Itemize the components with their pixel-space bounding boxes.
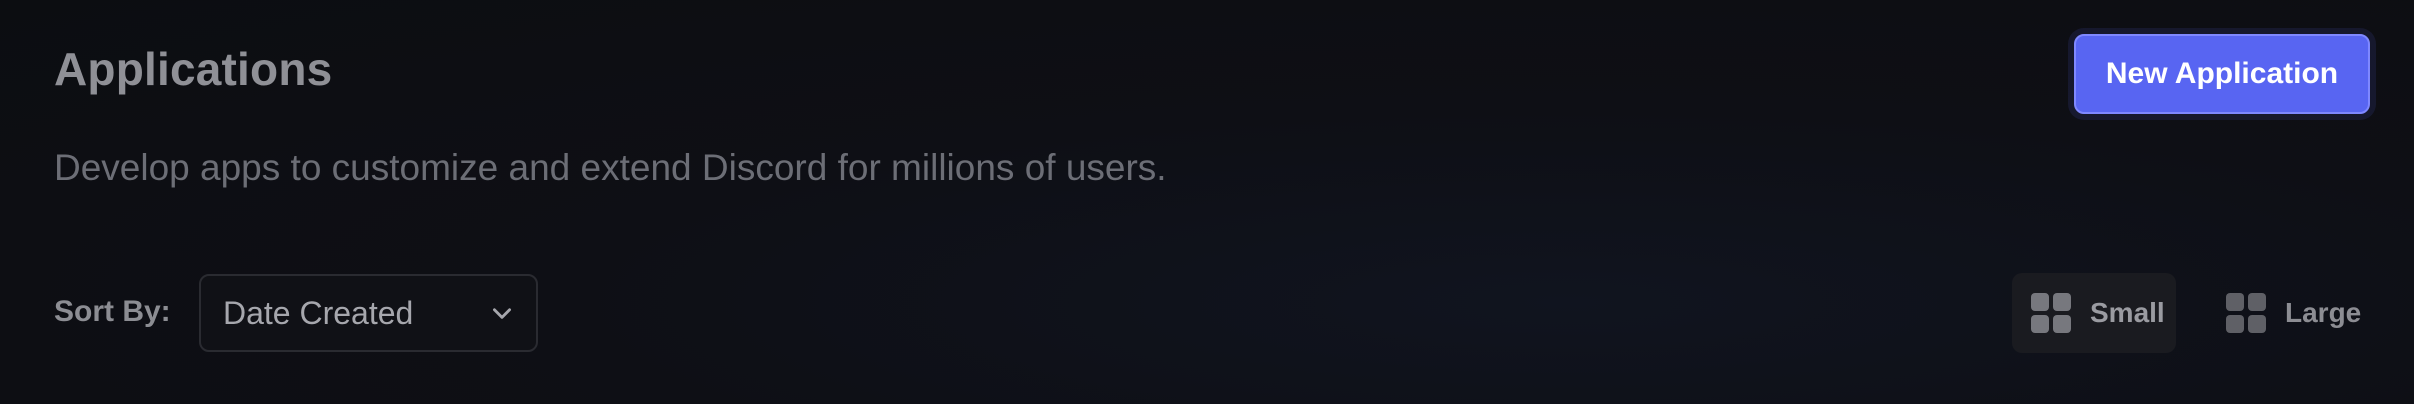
sort-by-label: Sort By: xyxy=(54,295,171,328)
view-toggle-small-label: Small xyxy=(2090,297,2165,328)
page-title: Applications xyxy=(54,43,333,95)
grid-icon xyxy=(2031,293,2071,333)
view-toggle-small[interactable]: Small xyxy=(2012,273,2176,353)
chevron-down-icon xyxy=(488,299,516,327)
view-toggle-large-label: Large xyxy=(2285,297,2362,328)
applications-page: Applications Develop apps to customize a… xyxy=(0,0,2414,404)
new-application-button[interactable]: New Application xyxy=(2074,34,2370,114)
sort-by-selected-value: Date Created xyxy=(223,294,414,331)
grid-icon xyxy=(2226,293,2266,333)
sort-by-dropdown[interactable]: Date Created xyxy=(199,274,538,352)
page-subtitle: Develop apps to customize and extend Dis… xyxy=(54,147,1167,188)
view-toggle-large[interactable]: Large xyxy=(2210,273,2370,353)
